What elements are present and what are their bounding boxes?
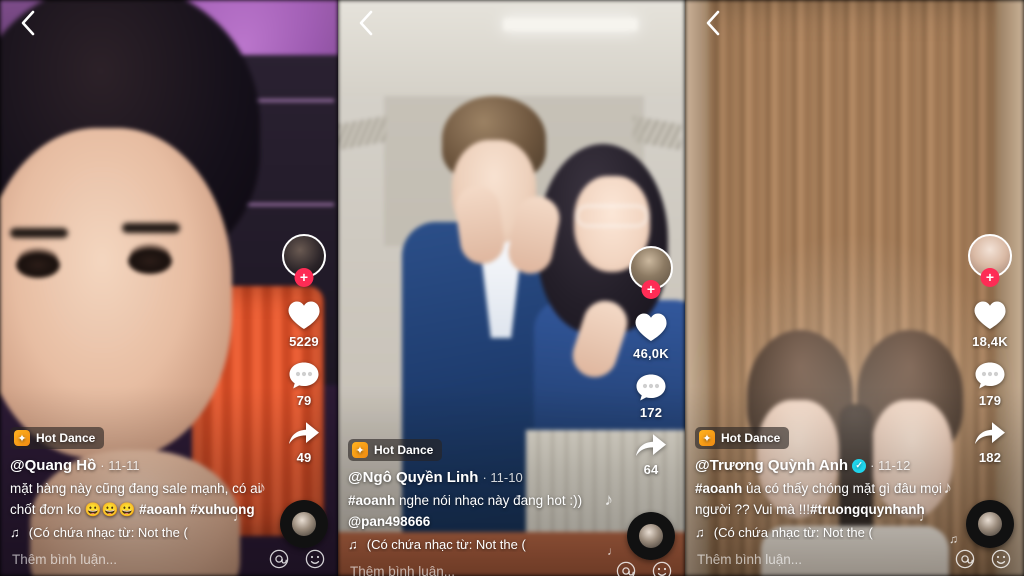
comment-bar-3[interactable]: Thêm bình luận...	[685, 542, 1024, 576]
author-row[interactable]: @Trương Quỳnh Anh ✓ · 11-12	[695, 457, 950, 474]
chevron-left-icon	[19, 10, 36, 36]
follow-plus-icon[interactable]: +	[294, 268, 314, 287]
author-name[interactable]: @Ngô Quyền Linh	[348, 469, 478, 486]
video-panel-3[interactable]: + 18,4K 179 182 ✦ Hot Dance @Trương Quỳn…	[685, 0, 1024, 576]
like-count: 18,4K	[972, 334, 1008, 349]
follow-plus-icon[interactable]: +	[980, 268, 1000, 287]
share-arrow-icon	[634, 432, 668, 459]
share-button[interactable]: 49	[287, 420, 321, 465]
comment-button[interactable]: 172	[635, 373, 667, 420]
back-button[interactable]	[695, 6, 729, 40]
share-arrow-icon	[287, 420, 321, 447]
music-row[interactable]: ♫ (Có chứa nhạc từ: Not the (	[10, 525, 264, 540]
back-button[interactable]	[10, 6, 44, 40]
album-art	[978, 512, 1002, 536]
author-row[interactable]: @Quang Hồ · 11-11	[10, 457, 264, 474]
hot-dance-badge[interactable]: ✦ Hot Dance	[348, 439, 443, 462]
video-caption: mặt hàng này cũng đang sale mạnh, có ai …	[10, 481, 261, 518]
share-count: 64	[643, 462, 659, 477]
comment-input[interactable]: Thêm bình luận...	[697, 552, 940, 567]
at-icon[interactable]	[268, 548, 290, 570]
music-disc-button[interactable]	[280, 500, 328, 548]
share-button[interactable]: 64	[634, 432, 668, 477]
comment-input[interactable]: Thêm bình luận...	[350, 564, 601, 576]
author-avatar-button[interactable]: +	[282, 234, 326, 287]
comment-icon	[635, 373, 667, 402]
share-count: 49	[296, 450, 312, 465]
badge-label: Hot Dance	[721, 431, 781, 446]
action-rail-1: + 5229 79 49	[276, 234, 332, 477]
smiley-icon[interactable]	[990, 548, 1012, 570]
video-panel-2[interactable]: + 46,0K 172 64 ✦ Hot Dance @Ngô Quyền Li…	[338, 0, 685, 576]
comment-count: 172	[639, 405, 663, 420]
badge-label: Hot Dance	[36, 431, 96, 446]
share-count: 182	[978, 450, 1002, 465]
music-disc-button[interactable]	[966, 500, 1014, 548]
share-button[interactable]: 182	[973, 420, 1007, 465]
at-icon[interactable]	[615, 560, 637, 576]
at-icon[interactable]	[954, 548, 976, 570]
author-avatar-button[interactable]: +	[629, 246, 673, 299]
post-date: · 11-11	[100, 458, 140, 474]
video-panel-1[interactable]: + 5229 79 49 ✦ Hot Dance @Quang Hồ · 11-…	[0, 0, 338, 576]
like-button[interactable]: 5229	[287, 300, 321, 349]
album-art	[639, 524, 663, 548]
sparkle-icon: ✦	[352, 442, 368, 459]
comment-bar-2[interactable]: Thêm bình luận...	[338, 554, 685, 576]
like-button[interactable]: 46,0K	[633, 312, 669, 361]
like-count: 5229	[289, 334, 319, 349]
music-row[interactable]: ♫ (Có chứa nhạc từ: Not the (	[695, 525, 950, 540]
author-name[interactable]: @Quang Hồ	[10, 457, 96, 474]
comment-input[interactable]: Thêm bình luận...	[12, 552, 254, 567]
video-info-2: ✦ Hot Dance @Ngô Quyền Linh · 11-10 #aoa…	[348, 439, 611, 552]
verified-badge-icon: ✓	[852, 458, 867, 473]
like-count: 46,0K	[633, 346, 669, 361]
music-note-icon: ♫	[10, 525, 20, 540]
sparkle-icon: ✦	[699, 430, 715, 447]
music-title: (Có chứa nhạc từ: Not the (	[28, 525, 188, 540]
comment-button[interactable]: 79	[288, 361, 320, 408]
music-row[interactable]: ♫ (Có chứa nhạc từ: Not the (	[348, 537, 611, 552]
post-date: · 11-10	[482, 470, 523, 486]
tiktok-three-panel-view: + 5229 79 49 ✦ Hot Dance @Quang Hồ · 11-…	[0, 0, 1024, 576]
video-info-1: ✦ Hot Dance @Quang Hồ · 11-11 mặt hàng n…	[10, 427, 264, 540]
back-button[interactable]	[348, 6, 382, 40]
comment-button[interactable]: 179	[974, 361, 1006, 408]
post-date: · 11-12	[870, 458, 911, 474]
badge-label: Hot Dance	[374, 443, 434, 458]
chevron-left-icon	[357, 10, 374, 36]
heart-icon	[634, 312, 668, 343]
music-title: (Có chứa nhạc từ: Not the (	[713, 525, 873, 540]
smiley-icon[interactable]	[304, 548, 326, 570]
comment-count: 79	[296, 393, 312, 408]
author-avatar-button[interactable]: +	[968, 234, 1012, 287]
sparkle-icon: ✦	[14, 430, 30, 447]
comment-bar-1[interactable]: Thêm bình luận...	[0, 542, 338, 576]
heart-icon	[973, 300, 1007, 331]
music-title: (Có chứa nhạc từ: Not the (	[366, 537, 526, 552]
heart-icon	[287, 300, 321, 331]
share-arrow-icon	[973, 420, 1007, 447]
comment-count: 179	[978, 393, 1002, 408]
action-rail-2: + 46,0K 172 64	[623, 246, 679, 489]
hot-dance-badge[interactable]: ✦ Hot Dance	[695, 427, 790, 450]
author-row[interactable]: @Ngô Quyền Linh · 11-10	[348, 469, 611, 486]
action-rail-3: + 18,4K 179 182	[962, 234, 1018, 477]
comment-icon	[288, 361, 320, 390]
music-note-icon: ♫	[695, 525, 705, 540]
music-note-icon: ♫	[348, 537, 358, 552]
smiley-icon[interactable]	[651, 560, 673, 576]
follow-plus-icon[interactable]: +	[641, 280, 661, 299]
comment-icon	[974, 361, 1006, 390]
album-art	[292, 512, 316, 536]
hot-dance-badge[interactable]: ✦ Hot Dance	[10, 427, 105, 450]
chevron-left-icon	[704, 10, 721, 36]
music-disc-button[interactable]	[627, 512, 675, 560]
video-caption: #aoanh nghe nói nhạc này đang hot :)) @p…	[348, 493, 583, 530]
video-caption: #aoanh ủa có thấy chóng mặt gì đâu mọi n…	[695, 481, 942, 518]
like-button[interactable]: 18,4K	[972, 300, 1008, 349]
author-name[interactable]: @Trương Quỳnh Anh	[695, 457, 848, 474]
video-info-3: ✦ Hot Dance @Trương Quỳnh Anh ✓ · 11-12 …	[695, 427, 950, 540]
